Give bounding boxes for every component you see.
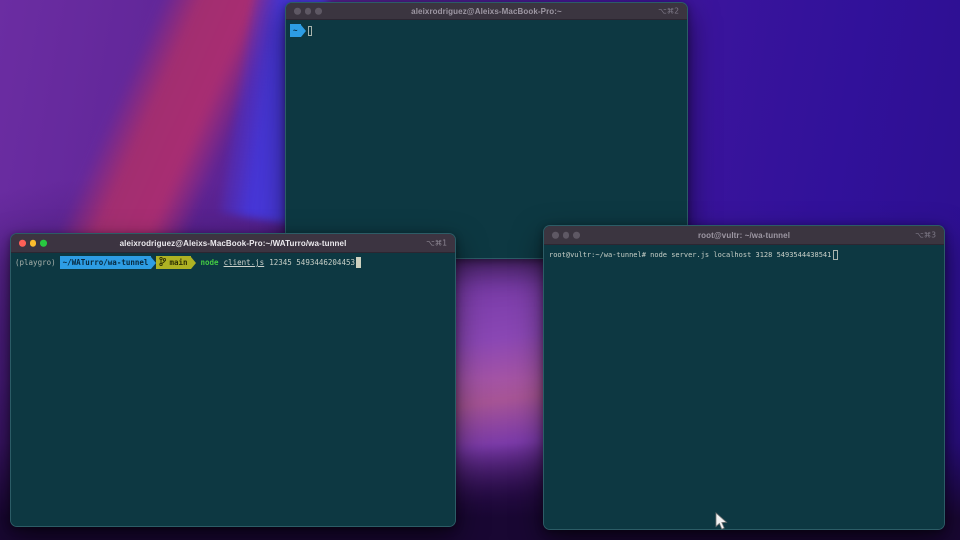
window-shortcut-badge: ⌥⌘2	[658, 6, 679, 16]
command-script: client.js	[223, 258, 265, 267]
powerline-arrow-icon	[190, 256, 196, 269]
terminal-cursor	[356, 257, 361, 268]
minimize-button[interactable]	[304, 7, 311, 15]
close-button[interactable]	[19, 239, 26, 247]
terminal-content[interactable]: (playgro) ~/WATurro/wa-tunnel main node …	[11, 253, 455, 526]
conda-env-label: (playgro)	[15, 258, 56, 267]
terminal-content[interactable]: root@vultr:~/wa-tunnel# node server.js l…	[544, 245, 944, 529]
close-button[interactable]	[552, 231, 559, 239]
title-bar[interactable]: aleixrodriguez@Aleixs-MacBook-Pro:~/WATu…	[11, 234, 455, 253]
title-bar[interactable]: root@vultr: ~/wa-tunnel ⌥⌘3	[544, 226, 944, 245]
command-program: node	[200, 258, 219, 267]
window-title: root@vultr: ~/wa-tunnel	[697, 230, 791, 240]
command-text: root@vultr:~/wa-tunnel# node server.js l…	[549, 250, 832, 259]
terminal-window-remote-home: aleixrodriguez@Aleixs-MacBook-Pro:~ ⌥⌘2 …	[285, 2, 688, 259]
prompt-path-segment: ~	[290, 24, 301, 37]
prompt-path-segment: ~/WATurro/wa-tunnel	[59, 256, 152, 269]
zoom-button[interactable]	[573, 231, 580, 239]
command-args: 12345 5493446204453	[269, 258, 355, 267]
prompt-line: (playgro) ~/WATurro/wa-tunnel main node …	[15, 256, 455, 269]
traffic-lights	[552, 231, 580, 239]
desktop: aleixrodriguez@Aleixs-MacBook-Pro:~ ⌥⌘2 …	[0, 0, 960, 540]
terminal-content[interactable]: ~	[286, 20, 687, 258]
title-bar[interactable]: aleixrodriguez@Aleixs-MacBook-Pro:~ ⌥⌘2	[286, 3, 687, 20]
minimize-button[interactable]	[29, 239, 36, 247]
git-branch-segment: main	[156, 256, 191, 269]
traffic-lights	[294, 7, 322, 15]
prompt-line: ~	[290, 24, 687, 37]
prompt-line: root@vultr:~/wa-tunnel# node server.js l…	[549, 248, 944, 261]
window-title: aleixrodriguez@Aleixs-MacBook-Pro:~/WATu…	[119, 238, 347, 248]
zoom-button[interactable]	[315, 7, 322, 15]
terminal-cursor	[833, 249, 838, 260]
close-button[interactable]	[294, 7, 301, 15]
terminal-window-vultr-server: root@vultr: ~/wa-tunnel ⌥⌘3 root@vultr:~…	[543, 225, 945, 530]
traffic-lights	[19, 239, 47, 247]
window-shortcut-badge: ⌥⌘3	[915, 230, 936, 240]
minimize-button[interactable]	[562, 231, 569, 239]
git-branch-icon	[159, 256, 167, 268]
terminal-cursor	[307, 25, 313, 36]
window-title: aleixrodriguez@Aleixs-MacBook-Pro:~	[411, 6, 562, 16]
terminal-window-client: aleixrodriguez@Aleixs-MacBook-Pro:~/WATu…	[10, 233, 456, 527]
mouse-cursor-icon	[715, 512, 729, 536]
zoom-button[interactable]	[40, 239, 47, 247]
window-shortcut-badge: ⌥⌘1	[426, 238, 447, 248]
powerline-arrow-icon	[300, 24, 306, 37]
